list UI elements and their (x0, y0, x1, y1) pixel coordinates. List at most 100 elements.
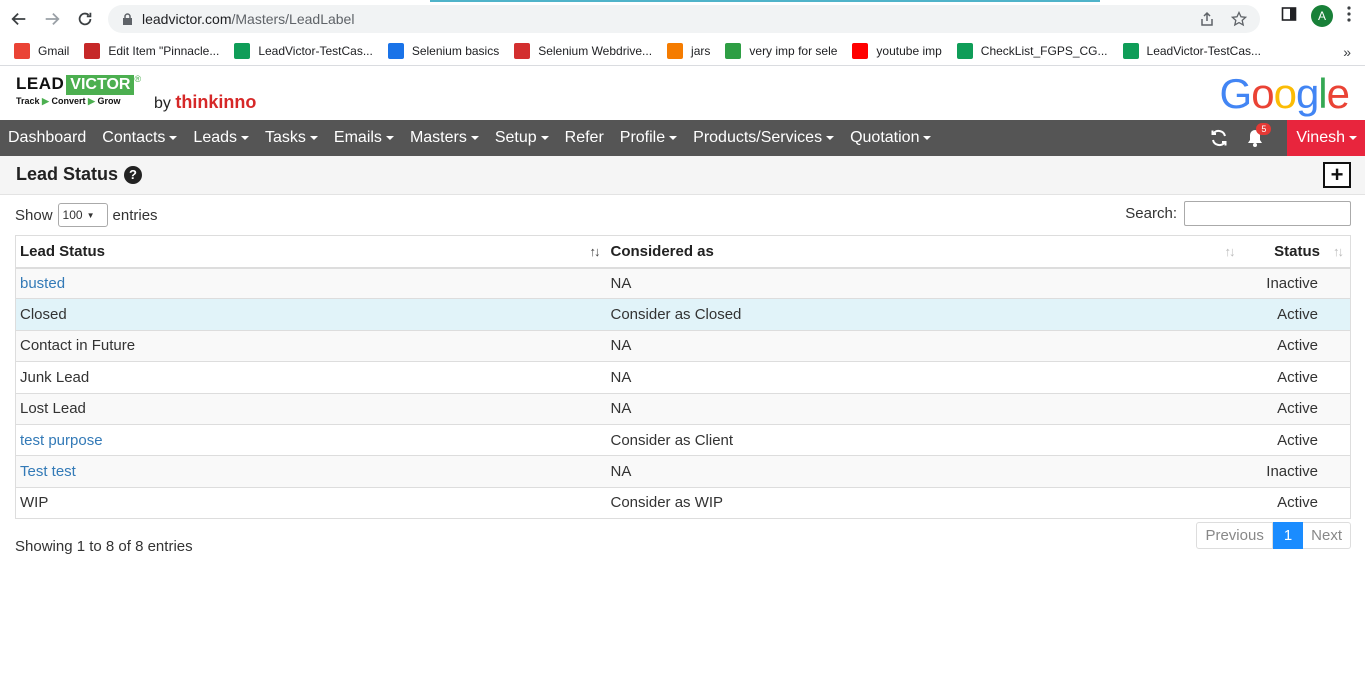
bookmark-label: LeadVictor-TestCas... (258, 44, 373, 58)
add-lead-status-button[interactable]: + (1323, 162, 1351, 188)
cell-considered-as: NA (606, 329, 1242, 362)
menu-kebab-icon[interactable] (1347, 5, 1351, 27)
nav-item-quotation[interactable]: Quotation (842, 129, 939, 147)
cell-lead-status: Contact in Future (15, 329, 607, 362)
page-title: Lead Status? (16, 164, 143, 185)
google-letter: e (1326, 70, 1350, 117)
table-row: test purpose Consider as Client Active (15, 423, 1351, 456)
nav-item-products-services[interactable]: Products/Services (685, 129, 842, 147)
bookmark-item[interactable]: CheckList_FGPS_CG... (956, 43, 1108, 59)
bookmark-item[interactable]: Edit Item "Pinnacle... (84, 43, 219, 59)
nav-item-label: Quotation (850, 129, 920, 146)
tagline-convert: Convert (51, 96, 86, 106)
bookmark-item[interactable]: Selenium basics (387, 43, 500, 59)
cell-lead-status: Closed (15, 298, 607, 331)
notifications-button[interactable]: 5 (1237, 120, 1273, 156)
s-icon (725, 43, 742, 59)
refresh-icon[interactable] (1201, 120, 1237, 156)
bookmark-item[interactable]: Selenium Webdrive... (514, 43, 652, 59)
tagline-grow: Grow (97, 96, 121, 106)
page-length-select[interactable]: 100 ▼ (57, 203, 108, 227)
table-row: Lost Lead NA Active (15, 392, 1351, 425)
column-header-considered-as[interactable]: Considered as ↑↓ (606, 235, 1242, 269)
bookmark-label: youtube imp (876, 44, 942, 58)
bookmark-label: jars (691, 44, 711, 58)
nav-item-label: Dashboard (8, 129, 87, 146)
nav-item-dashboard[interactable]: Dashboard (0, 129, 94, 147)
nav-item-contacts[interactable]: Contacts (94, 129, 185, 147)
column-header-status[interactable]: Status ↑↓ (1241, 235, 1351, 269)
sort-icon: ↑↓ (1224, 244, 1236, 259)
bookmark-item[interactable]: LeadVictor-TestCas... (234, 43, 373, 59)
profile-avatar[interactable]: A (1311, 5, 1333, 27)
page-1-button[interactable]: 1 (1272, 522, 1304, 549)
lead-status-link[interactable]: Test test (20, 463, 76, 480)
nav-item-tasks[interactable]: Tasks (257, 129, 326, 147)
caret-down-icon (826, 136, 835, 140)
nav-item-setup[interactable]: Setup (487, 129, 557, 147)
selenium-icon (387, 43, 404, 59)
user-menu[interactable]: Vinesh (1287, 120, 1365, 156)
side-panel-icon[interactable] (1281, 6, 1297, 27)
cell-lead-status: busted (15, 266, 607, 299)
nav-item-emails[interactable]: Emails (326, 129, 402, 147)
next-page-button[interactable]: Next (1303, 522, 1351, 549)
lead-status-text: WIP (20, 494, 49, 512)
previous-page-button[interactable]: Previous (1196, 522, 1273, 549)
show-label: Show (15, 206, 53, 224)
gmail-icon (14, 43, 30, 59)
sheets-icon (1122, 43, 1139, 59)
back-button[interactable] (5, 5, 33, 33)
cell-lead-status: Lost Lead (15, 392, 607, 425)
cell-status: Active (1241, 329, 1351, 362)
sort-icon: ↑↓ (1333, 244, 1344, 259)
caret-down-icon (540, 136, 549, 140)
bookmark-item[interactable]: very imp for sele (725, 43, 837, 59)
entries-label: entries (112, 206, 158, 224)
bookmark-item[interactable]: jars (667, 43, 710, 59)
share-icon[interactable] (1198, 10, 1216, 28)
caret-down-icon (309, 136, 318, 140)
cell-lead-status: Junk Lead (15, 361, 607, 394)
nav-item-leads[interactable]: Leads (185, 129, 257, 147)
nav-item-label: Leads (193, 129, 238, 146)
reload-button[interactable] (71, 5, 99, 33)
cell-status: Inactive (1241, 455, 1351, 488)
leadvictor-logo[interactable]: LEAD VICTOR ® Track ▶ Convert ▶ Grow (16, 74, 141, 107)
nav-item-label: Products/Services (693, 129, 823, 146)
nav-item-masters[interactable]: Masters (402, 129, 487, 147)
caret-down-icon (470, 136, 479, 140)
page-length-control: Show 100 ▼ entries (15, 203, 158, 227)
star-icon[interactable] (1230, 10, 1248, 28)
nav-item-label: Setup (494, 129, 537, 146)
cell-status: Active (1241, 486, 1351, 519)
edit-icon (84, 43, 101, 59)
search-input[interactable] (1184, 201, 1351, 226)
lead-status-table: Lead Status ↑↓ Considered as ↑↓ Status ↑↓ b… (15, 235, 1351, 520)
cell-considered-as: NA (606, 392, 1242, 425)
bookmark-item[interactable]: LeadVictor-TestCas... (1122, 43, 1261, 59)
bookmark-label: Selenium basics (411, 44, 500, 58)
pagination: Previous 1 Next (1196, 522, 1351, 549)
bookmark-item[interactable]: youtube imp (852, 43, 942, 59)
nav-item-refer[interactable]: Refer (557, 129, 612, 147)
column-header-lead-status[interactable]: Lead Status ↑↓ (15, 235, 607, 269)
nav-menu: Dashboard Contacts Leads Tasks Emails Masters… (0, 129, 939, 147)
nav-item-profile[interactable]: Profile (612, 129, 685, 147)
table-header-row: Lead Status ↑↓ Considered as ↑↓ Status ↑↓ (15, 235, 1351, 269)
table-controls: Show 100 ▼ entries Search: (0, 195, 1365, 235)
caret-down-icon (669, 136, 678, 140)
url-host: leadvictor.com (142, 11, 232, 27)
lead-status-link[interactable]: busted (20, 275, 65, 292)
address-bar[interactable]: leadvictor.com/Masters/LeadLabel (108, 5, 1260, 33)
bookmarks-overflow-button[interactable]: » (1343, 44, 1351, 60)
help-icon[interactable]: ? (124, 165, 143, 184)
lead-status-text: Junk Lead (20, 368, 90, 386)
cell-lead-status: Test test (15, 455, 607, 488)
nav-item-label: Profile (619, 129, 666, 146)
forward-button[interactable] (38, 5, 66, 33)
bookmark-item[interactable]: Gmail (14, 43, 69, 59)
search-control: Search: (1125, 201, 1351, 226)
caret-down-icon (169, 136, 178, 140)
lead-status-link[interactable]: test purpose (20, 432, 103, 449)
